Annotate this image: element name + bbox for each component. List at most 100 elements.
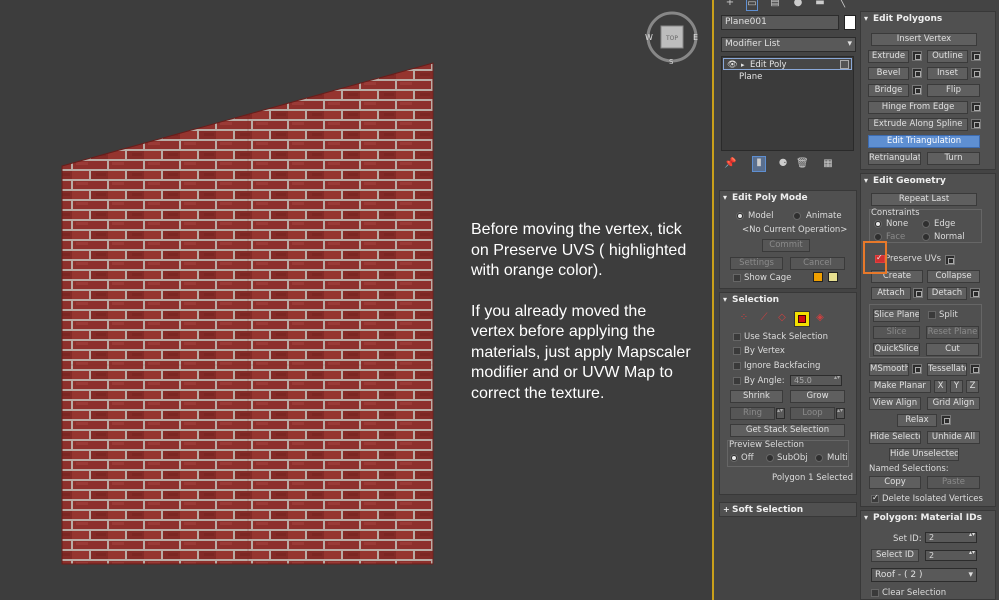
selection-header[interactable]: Selection <box>720 293 856 307</box>
outline-button[interactable]: Outline <box>927 50 968 63</box>
copy-button[interactable]: Copy <box>869 476 921 489</box>
ignore-backfacing-checkbox[interactable] <box>733 362 741 370</box>
slice-plane-button[interactable]: Slice Plane <box>873 309 920 322</box>
modstack-item-edit-poly[interactable]: 👁 ▸ Edit Poly <box>723 58 852 70</box>
cage-color-swatch-1[interactable] <box>813 272 823 282</box>
create-tab-icon[interactable]: + <box>724 0 736 9</box>
preview-multi-radio[interactable] <box>815 454 823 462</box>
cut-button[interactable]: Cut <box>926 343 979 356</box>
animate-radio[interactable] <box>793 212 801 220</box>
constraint-normal-radio[interactable] <box>922 233 930 241</box>
show-end-result-icon[interactable]: ▮ <box>752 156 766 172</box>
slice-button[interactable]: Slice <box>873 326 920 339</box>
hinge-settings-icon[interactable] <box>971 102 981 112</box>
configure-sets-icon[interactable]: ▦ <box>822 158 834 170</box>
cage-color-swatch-2[interactable] <box>828 272 838 282</box>
hide-selected-button[interactable]: Hide Selected <box>869 431 921 444</box>
inset-button[interactable]: Inset <box>927 67 968 80</box>
modifier-list-dropdown[interactable]: Modifier List ▾ <box>721 37 856 52</box>
turn-button[interactable]: Turn <box>927 152 980 165</box>
planar-z-button[interactable]: Z <box>966 380 979 393</box>
make-unique-icon[interactable]: ⚈ <box>777 158 789 170</box>
bridge-button[interactable]: Bridge <box>868 84 909 97</box>
ring-spinner[interactable] <box>776 408 785 419</box>
view-align-button[interactable]: View Align <box>869 397 921 410</box>
modstack-toggle-icon[interactable] <box>840 60 849 69</box>
object-color-swatch[interactable] <box>844 15 856 30</box>
flip-button[interactable]: Flip <box>927 84 980 97</box>
edit-polygons-header[interactable]: Edit Polygons <box>861 12 995 26</box>
constraint-face-radio[interactable] <box>874 233 882 241</box>
viewport[interactable]: Before moving the vertex, tick on Preser… <box>0 0 712 600</box>
outline-settings-icon[interactable] <box>971 51 981 61</box>
collapse-button[interactable]: Collapse <box>927 270 980 283</box>
extrude-settings-icon[interactable] <box>912 51 922 61</box>
delete-isolated-vertices-checkbox[interactable] <box>871 493 879 503</box>
grow-button[interactable]: Grow <box>790 390 845 403</box>
bridge-settings-icon[interactable] <box>912 85 922 95</box>
set-id-spinner[interactable]: 2 <box>925 532 977 543</box>
extrude-button[interactable]: Extrude <box>868 50 909 63</box>
extrude-spline-settings-icon[interactable] <box>971 119 981 129</box>
extrude-along-spline-button[interactable]: Extrude Along Spline <box>868 118 968 131</box>
soft-selection-header[interactable]: Soft Selection <box>720 503 856 517</box>
modifier-stack[interactable]: 👁 ▸ Edit Poly Plane <box>721 56 854 151</box>
loop-button[interactable]: Loop <box>790 407 835 420</box>
display-tab-icon[interactable]: ▬ <box>814 0 826 9</box>
viewcube[interactable]: TOP W E S <box>642 8 702 66</box>
select-id-spinner[interactable]: 2 <box>925 550 977 561</box>
use-stack-selection-checkbox[interactable] <box>733 333 741 341</box>
preserve-uvs-settings-icon[interactable] <box>945 255 955 265</box>
tessellate-settings-icon[interactable] <box>970 364 980 374</box>
motion-tab-icon[interactable]: ● <box>792 0 804 9</box>
edit-poly-mode-header[interactable]: Edit Poly Mode <box>720 191 856 205</box>
loop-spinner[interactable] <box>836 408 845 419</box>
material-ids-header[interactable]: Polygon: Material IDs <box>861 511 995 525</box>
element-mode-icon[interactable]: ◈ <box>814 312 826 324</box>
detach-settings-icon[interactable] <box>970 288 980 298</box>
show-cage-checkbox[interactable] <box>733 274 741 282</box>
relax-button[interactable]: Relax <box>897 414 937 427</box>
bevel-button[interactable]: Bevel <box>868 67 909 80</box>
hinge-from-edge-button[interactable]: Hinge From Edge <box>868 101 968 114</box>
msmooth-settings-icon[interactable] <box>912 364 922 374</box>
get-stack-selection-button[interactable]: Get Stack Selection <box>730 424 845 437</box>
tessellate-button[interactable]: Tessellate <box>927 363 967 376</box>
material-name-dropdown[interactable]: Roof - ( 2 ) ▾ <box>871 568 977 582</box>
attach-button[interactable]: Attach <box>871 287 911 300</box>
bevel-settings-icon[interactable] <box>912 68 922 78</box>
cancel-button[interactable]: Cancel <box>790 257 845 270</box>
model-radio[interactable] <box>736 212 744 220</box>
edit-geometry-header[interactable]: Edit Geometry <box>861 174 995 188</box>
attach-settings-icon[interactable] <box>913 288 923 298</box>
make-planar-button[interactable]: Make Planar <box>869 380 931 393</box>
vertex-mode-icon[interactable]: ⁘ <box>738 312 750 324</box>
hide-unselected-button[interactable]: Hide Unselected <box>889 448 959 461</box>
shrink-button[interactable]: Shrink <box>730 390 783 403</box>
planar-x-button[interactable]: X <box>934 380 947 393</box>
modstack-item-plane[interactable]: Plane <box>723 71 852 83</box>
border-mode-icon[interactable]: ◇ <box>776 312 788 324</box>
commit-button[interactable]: Commit <box>762 239 810 252</box>
expand-arrow-icon[interactable]: ▸ <box>741 59 745 71</box>
quickslice-button[interactable]: QuickSlice <box>873 343 920 356</box>
msmooth-button[interactable]: MSmooth <box>869 363 909 376</box>
unhide-all-button[interactable]: Unhide All <box>927 431 980 444</box>
repeat-last-button[interactable]: Repeat Last <box>871 193 977 206</box>
edit-triangulation-button[interactable]: Edit Triangulation <box>868 135 980 148</box>
detach-button[interactable]: Detach <box>927 287 967 300</box>
pin-stack-icon[interactable]: 📌 <box>724 158 736 170</box>
grid-align-button[interactable]: Grid Align <box>927 397 980 410</box>
reset-plane-button[interactable]: Reset Plane <box>926 326 979 339</box>
preview-subobj-radio[interactable] <box>766 454 774 462</box>
polygon-mode-icon[interactable] <box>794 311 810 327</box>
inset-settings-icon[interactable] <box>971 68 981 78</box>
insert-vertex-button[interactable]: Insert Vertex <box>871 33 977 46</box>
utilities-tab-icon[interactable]: ╲ <box>836 0 848 9</box>
eye-icon[interactable]: 👁 <box>727 59 738 71</box>
object-name-field[interactable]: Plane001 <box>721 15 839 30</box>
split-checkbox[interactable] <box>928 311 936 319</box>
settings-button[interactable]: Settings <box>730 257 783 270</box>
angle-spinner[interactable]: 45.0 <box>790 375 842 386</box>
clear-selection-checkbox[interactable] <box>871 589 879 597</box>
